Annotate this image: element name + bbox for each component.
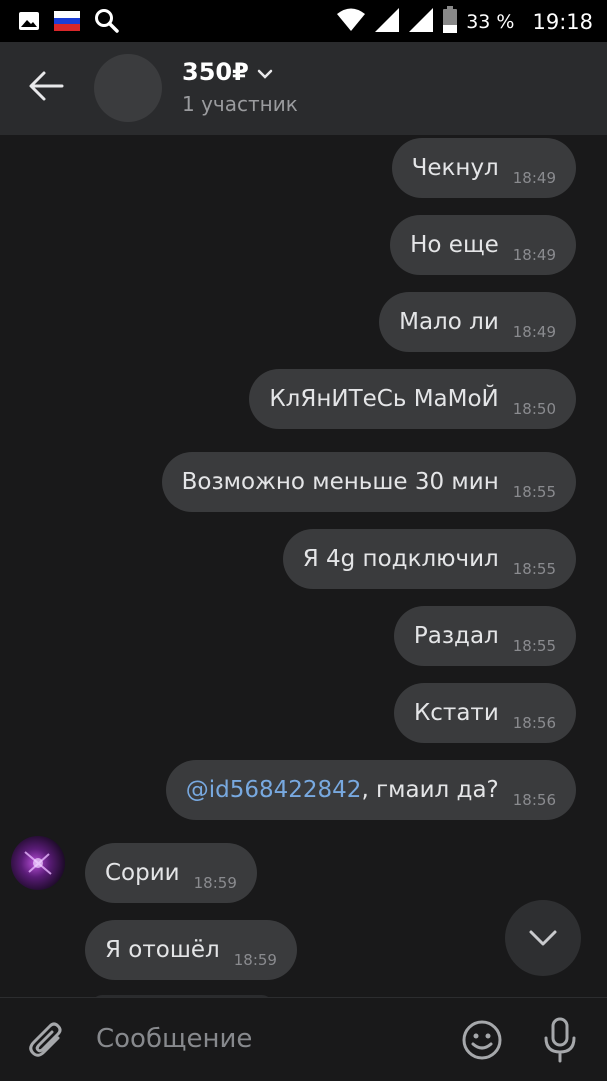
message-bubble[interactable]: Раздал 18:55 [393,606,576,666]
message-text: Сории [105,860,180,886]
message-time: 18:49 [512,169,556,187]
message-list[interactable]: Чекнул 18:49 Но еще 18:49 Мало ли 18:49 … [0,135,607,997]
composer: Сообщение [0,997,607,1081]
chevron-down-icon [257,58,273,86]
message-text: Раздал [413,623,499,649]
back-button[interactable] [28,70,68,106]
message-time: 18:56 [512,791,556,809]
message-bubble[interactable]: Я 4g подключил 18:55 [282,529,576,589]
chat-title: 350₽ [182,58,249,86]
microphone-icon [544,1017,576,1063]
message-bubble[interactable]: Кстати 18:56 [393,683,576,743]
message-text: КлЯнИТеСь МаМоЙ [269,386,499,412]
message-bubble[interactable]: Чекнул 18:49 [391,138,576,198]
message-text: Возможно меньше 30 мин [181,469,499,495]
message-time: 18:55 [512,483,556,501]
scroll-down-button[interactable] [505,900,581,976]
chevron-down-icon [529,930,557,946]
message-time: 18:59 [233,951,277,969]
signal-icon-2 [408,7,434,37]
voice-message-button[interactable] [540,1016,580,1064]
message-time: 18:49 [512,246,556,264]
message-text-rest: , гмаил да? [361,777,499,803]
status-bar: 33 % 19:18 [0,0,607,42]
message-bubble[interactable]: КлЯнИТеСь МаМоЙ 18:50 [249,369,576,429]
mention-link[interactable]: @id568422842 [186,777,362,803]
message-text: @id568422842, гмаил да? [186,777,499,803]
message-input[interactable]: Сообщение [96,1024,252,1054]
message-text: Мало ли [399,309,499,335]
chat-title-button[interactable]: 350₽ [182,58,273,86]
message-text: Я отошёл [105,937,220,963]
message-bubble[interactable]: Мало ли 18:49 [379,292,576,352]
message-bubble[interactable]: Сории 18:59 [85,843,257,903]
chat-subtitle: 1 участник [182,92,298,116]
message-text: Я 4g подключил [302,546,499,572]
emoji-button[interactable] [461,1019,503,1061]
message-time: 18:59 [193,874,237,892]
message-bubble[interactable]: Возможно меньше 30 мин 18:55 [161,452,576,512]
message-time: 18:55 [512,560,556,578]
message-time: 18:55 [512,637,556,655]
smile-icon [462,1020,502,1060]
message-text: Чекнул [411,155,499,181]
message-bubble[interactable]: Я отошёл 18:59 [85,920,297,980]
signal-icon [374,7,400,37]
russia-flag-icon [54,11,80,35]
message-text: Но еще [410,232,499,258]
attach-button[interactable] [28,1020,66,1062]
message-time: 18:50 [512,400,556,418]
message-text: Кстати [413,700,499,726]
chat-header: 350₽ 1 участник [0,42,607,135]
message-bubble[interactable]: @id568422842, гмаил да? 18:56 [165,760,576,820]
gallery-icon [18,10,40,36]
battery-percent: 33 % [466,11,515,33]
arrow-left-icon [29,71,64,101]
message-bubble[interactable]: Но еще 18:49 [390,215,576,275]
wifi-icon [336,7,366,37]
chat-avatar[interactable] [94,54,162,122]
clock: 19:18 [532,10,593,34]
message-time: 18:56 [512,714,556,732]
paperclip-icon [29,1022,62,1057]
battery-icon [442,6,458,38]
search-icon [94,8,120,38]
avatar[interactable] [11,836,65,890]
message-time: 18:49 [512,323,556,341]
